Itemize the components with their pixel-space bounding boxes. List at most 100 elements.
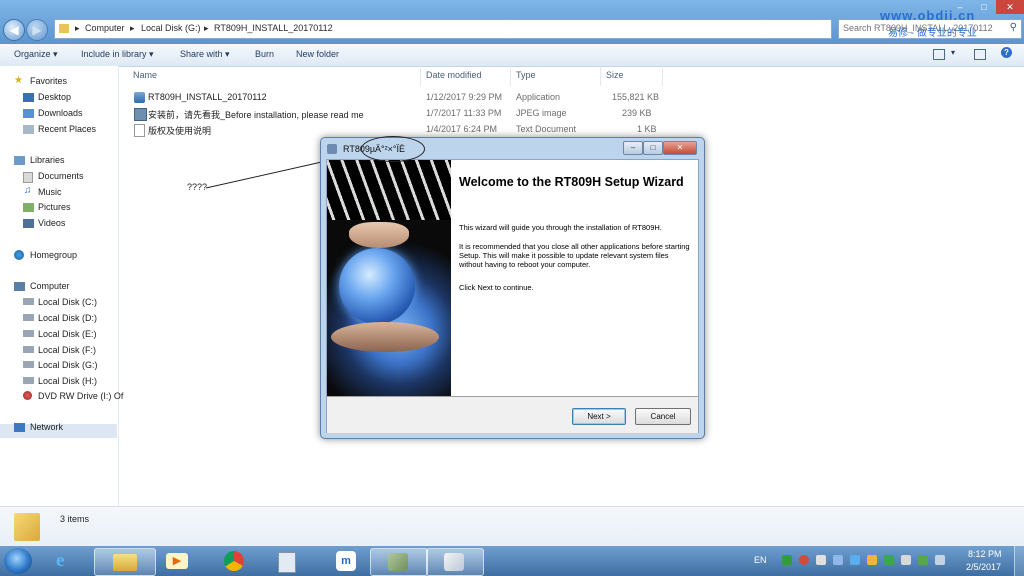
item-count: 3 items — [60, 514, 90, 524]
file-date: 1/7/2017 11:33 PM — [426, 108, 502, 118]
tray-icon[interactable] — [799, 555, 809, 565]
column-separator — [600, 66, 601, 86]
cancel-button[interactable]: Cancel — [635, 408, 691, 425]
nav-drive-d[interactable]: Local Disk (D:) — [38, 313, 97, 323]
setup-program-icon — [388, 553, 408, 571]
file-name: 安装前，请先看我_Before installation, please rea… — [148, 110, 364, 120]
start-button[interactable] — [4, 548, 32, 574]
homegroup-icon — [14, 250, 24, 260]
wizard-heading: Welcome to the RT809H Setup Wizard — [459, 175, 684, 189]
view-options-icon[interactable] — [933, 49, 945, 60]
maxthon-icon: m — [336, 551, 356, 571]
nav-drive-g[interactable]: Local Disk (G:) — [38, 360, 98, 370]
taskbar-chrome[interactable] — [208, 548, 264, 574]
clock-date[interactable]: 2/5/2017 — [966, 562, 1001, 572]
column-header-name[interactable]: Name — [133, 70, 157, 80]
file-type: Application — [516, 92, 561, 102]
nav-downloads[interactable]: Downloads — [38, 108, 83, 118]
breadcrumb-arrow-icon: ▸ — [75, 23, 80, 33]
nav-drive-e[interactable]: Local Disk (E:) — [38, 329, 97, 339]
nav-recent-places[interactable]: Recent Places — [38, 124, 96, 134]
chrome-icon — [224, 551, 244, 571]
taskbar-media-player[interactable]: ▶ — [150, 548, 208, 574]
tray-icon[interactable] — [884, 555, 894, 565]
nav-dvd-drive[interactable]: DVD RW Drive (I:) Of — [38, 391, 123, 401]
drive-icon — [23, 330, 34, 337]
media-player-icon: ▶ — [166, 553, 188, 569]
column-separator — [510, 66, 511, 86]
details-pane: 3 items — [0, 506, 1024, 547]
notepad-icon — [278, 552, 296, 573]
nav-pictures[interactable]: Pictures — [38, 202, 71, 212]
new-folder-button[interactable]: New folder — [296, 49, 339, 59]
nav-documents[interactable]: Documents — [38, 171, 84, 181]
nav-drive-h[interactable]: Local Disk (H:) — [38, 376, 97, 386]
clock-time[interactable]: 8:12 PM — [968, 549, 1002, 559]
image-file-icon — [134, 108, 147, 121]
nav-drive-f[interactable]: Local Disk (F:) — [38, 345, 96, 355]
tray-icon[interactable] — [867, 555, 877, 565]
documents-icon — [23, 172, 33, 183]
dialog-body: Welcome to the RT809H Setup Wizard This … — [326, 159, 699, 433]
burn-button[interactable]: Burn — [255, 49, 274, 59]
include-in-library-button[interactable]: Include in library ▾ — [81, 49, 154, 60]
crystal-ball-icon — [339, 248, 415, 324]
nav-desktop[interactable]: Desktop — [38, 92, 71, 102]
next-button[interactable]: Next > — [572, 408, 626, 425]
dialog-maximize-button[interactable]: □ — [643, 141, 663, 155]
network-status-icon[interactable] — [901, 555, 911, 565]
computer-icon — [14, 282, 25, 291]
column-header-date[interactable]: Date modified — [426, 70, 482, 80]
taskbar-file-explorer[interactable] — [94, 548, 156, 576]
show-desktop-button[interactable] — [1014, 546, 1024, 576]
input-language[interactable]: EN — [754, 555, 767, 565]
tray-icon[interactable] — [816, 555, 826, 565]
breadcrumb-computer[interactable]: Computer — [85, 23, 125, 33]
column-header-type[interactable]: Type — [516, 70, 536, 80]
nav-favorites[interactable]: Favorites — [30, 76, 67, 86]
dialog-close-button[interactable]: ✕ — [663, 141, 697, 155]
setup-wizard-dialog: RT809µÄ°²×°ÏÈ – □ ✕ Welcome to the RT809… — [320, 137, 705, 439]
drive-icon — [23, 298, 34, 305]
tray-icon[interactable] — [782, 555, 792, 565]
volume-icon[interactable] — [935, 555, 945, 565]
taskbar-setup-program[interactable] — [370, 548, 428, 576]
nav-homegroup[interactable]: Homegroup — [30, 250, 77, 260]
help-icon[interactable]: ? — [1001, 47, 1012, 58]
nav-libraries[interactable]: Libraries — [30, 155, 65, 165]
forward-button[interactable]: ▶ — [26, 19, 48, 41]
nav-drive-c[interactable]: Local Disk (C:) — [38, 297, 97, 307]
column-header-size[interactable]: Size — [606, 70, 624, 80]
nav-music[interactable]: Music — [38, 187, 62, 197]
desktop-icon — [23, 93, 34, 102]
organize-button[interactable]: Organize ▾ — [14, 49, 58, 60]
close-button[interactable]: ✕ — [996, 0, 1024, 14]
nav-network[interactable]: Network — [30, 422, 63, 432]
preview-pane-icon[interactable] — [974, 49, 986, 60]
share-with-button[interactable]: Share with ▾ — [180, 49, 230, 60]
taskbar-paint[interactable] — [426, 548, 484, 576]
tray-icon[interactable] — [850, 555, 860, 565]
drive-icon — [23, 361, 34, 368]
file-explorer-icon — [113, 554, 137, 571]
back-button[interactable]: ◀ — [3, 19, 25, 41]
wizard-intro: This wizard will guide you through the i… — [459, 223, 662, 232]
taskbar-maxthon[interactable]: m — [318, 548, 376, 574]
breadcrumb-drive-g[interactable]: Local Disk (G:) — [141, 23, 201, 33]
taskbar-internet-explorer[interactable]: e — [38, 548, 96, 574]
network-icon — [14, 423, 25, 432]
breadcrumb-arrow-icon: ▸ — [204, 23, 209, 33]
dialog-minimize-button[interactable]: – — [623, 141, 643, 155]
drive-icon — [23, 346, 34, 353]
tray-icon[interactable] — [833, 555, 843, 565]
address-bar[interactable]: ▸ Computer ▸ Local Disk (G:) ▸ RT809H_IN… — [54, 19, 832, 39]
battery-icon[interactable] — [918, 555, 928, 565]
nav-computer[interactable]: Computer — [30, 281, 70, 291]
view-dropdown-icon[interactable]: ▾ — [951, 48, 955, 57]
taskbar-notepad[interactable] — [260, 548, 318, 574]
file-date: 1/12/2017 9:29 PM — [426, 92, 503, 102]
maximize-button[interactable]: □ — [972, 0, 996, 14]
nav-videos[interactable]: Videos — [38, 218, 65, 228]
wizard-banner-image — [327, 160, 451, 396]
breadcrumb-folder[interactable]: RT809H_INSTALL_20170112 — [214, 23, 333, 33]
